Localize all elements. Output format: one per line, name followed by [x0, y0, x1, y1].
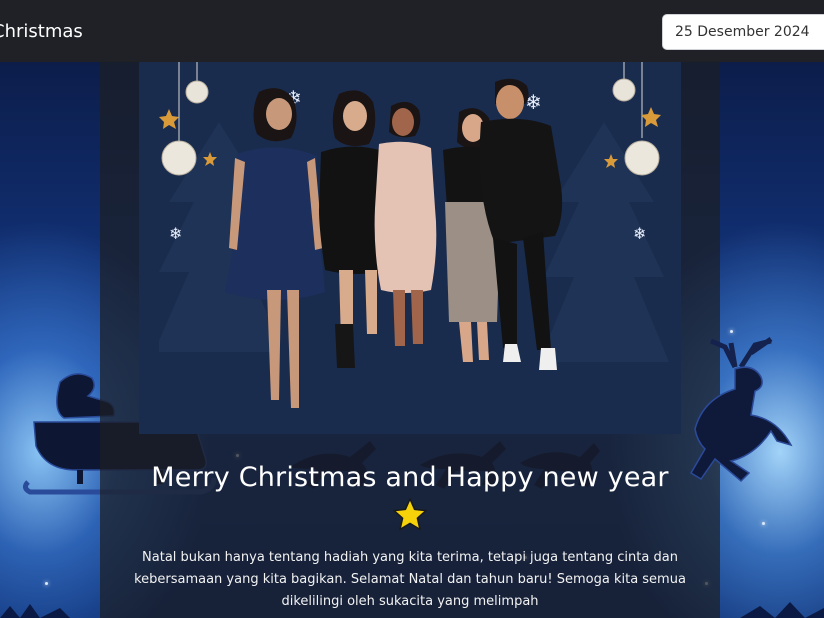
star-icon [393, 498, 427, 531]
person-5 [479, 78, 563, 370]
twinkle-star-icon [45, 582, 48, 585]
forest-silhouette-icon [0, 602, 824, 618]
person-3 [374, 101, 437, 346]
group-people-photo [225, 78, 563, 408]
christmas-background: ❄ ❄ ❄ ❄ Merry Christmas and Happy new ye… [0, 62, 824, 618]
greeting-title: Merry Christmas and Happy new year [151, 462, 669, 493]
date-input[interactable] [662, 14, 824, 50]
person-1 [225, 88, 325, 408]
greeting-section: Merry Christmas and Happy new year Natal… [100, 462, 720, 613]
brand-title[interactable]: Christmas [0, 21, 83, 42]
twinkle-star-icon [762, 522, 765, 525]
family-photo: ❄ ❄ ❄ ❄ [139, 62, 681, 434]
navbar: Christmas [0, 0, 824, 62]
